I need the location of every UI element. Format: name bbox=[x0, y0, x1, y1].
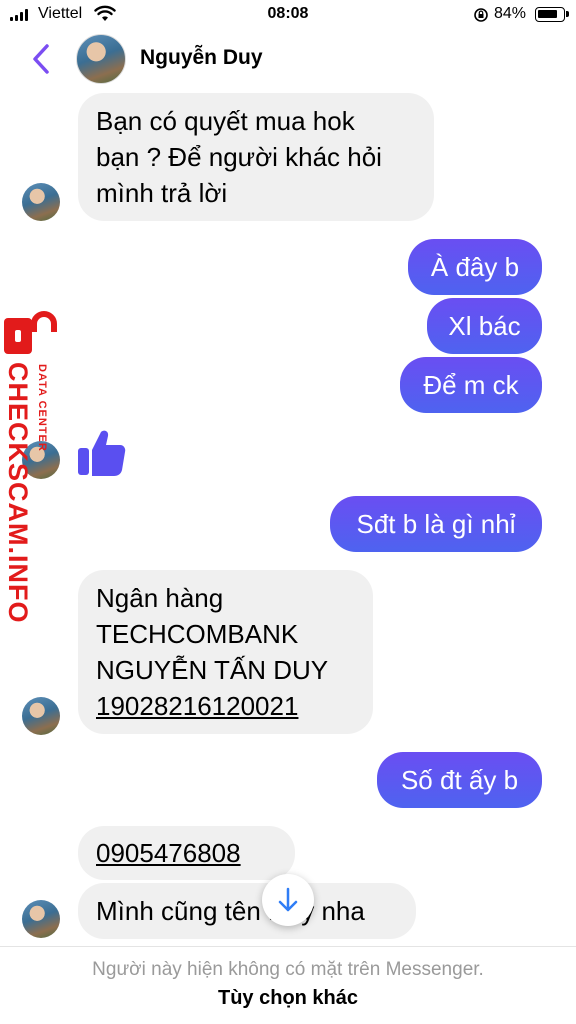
message-line: mình trả lời bbox=[96, 178, 228, 208]
message-text: À đây b bbox=[430, 252, 520, 282]
battery-tip bbox=[566, 11, 569, 17]
message-text: Mình cũng tên Duy nha bbox=[96, 896, 365, 926]
outgoing-message[interactable]: À đây b bbox=[408, 239, 542, 295]
arrow-down-icon bbox=[278, 887, 298, 912]
outgoing-message[interactable]: Xl bác bbox=[427, 298, 542, 354]
contact-avatar[interactable] bbox=[22, 183, 60, 221]
outgoing-message[interactable]: Số đt ấy b bbox=[377, 752, 542, 808]
battery-percent: 84% bbox=[494, 5, 527, 22]
more-options-link[interactable]: Tùy chọn khác bbox=[0, 987, 576, 1010]
contact-avatar[interactable] bbox=[22, 900, 60, 938]
incoming-message[interactable]: Mình cũng tên Duy nha bbox=[78, 883, 416, 939]
back-chevron-icon[interactable] bbox=[28, 42, 56, 76]
message-text: Số đt ấy b bbox=[400, 765, 519, 795]
footer: Người này hiện không có mặt trên Messeng… bbox=[0, 946, 576, 1024]
outgoing-message[interactable]: Sđt b là gì nhỉ bbox=[330, 496, 542, 552]
contact-avatar[interactable] bbox=[76, 34, 126, 84]
status-bar: Viettel 08:08 84% bbox=[0, 0, 576, 30]
contact-name[interactable]: Nguyễn Duy bbox=[140, 46, 263, 70]
battery-level-fill bbox=[538, 10, 557, 18]
offline-notice: Người này hiện không có mặt trên Messeng… bbox=[92, 959, 484, 980]
message-line: Bạn có quyết mua hok bbox=[96, 106, 355, 136]
message-line: Ngân hàng bbox=[96, 583, 224, 613]
incoming-message[interactable]: Bạn có quyết mua hok bạn ? Để người khác… bbox=[78, 93, 434, 221]
message-line: bạn ? Để người khác hỏi bbox=[96, 142, 382, 172]
message-text: Để m ck bbox=[423, 370, 519, 400]
message-line: NGUYỄN TẤN DUY bbox=[96, 655, 329, 685]
conversation-header: Nguyễn Duy bbox=[0, 30, 576, 90]
clock: 08:08 bbox=[267, 5, 309, 22]
phone-number-link[interactable]: 0905476808 bbox=[96, 838, 241, 868]
incoming-message[interactable]: 0905476808 bbox=[78, 826, 295, 880]
outgoing-message[interactable]: Để m ck bbox=[400, 357, 542, 413]
incoming-message[interactable]: Ngân hàng TECHCOMBANK NGUYỄN TẤN DUY 190… bbox=[78, 570, 373, 734]
account-number-link[interactable]: 19028216120021 bbox=[96, 688, 355, 724]
watermark-subtext: DATA CENTER bbox=[36, 364, 48, 452]
message-line: TECHCOMBANK bbox=[96, 619, 299, 649]
battery-icon bbox=[535, 7, 565, 22]
message-text: Sđt b là gì nhỉ bbox=[356, 509, 516, 539]
thumbs-up-icon[interactable] bbox=[76, 426, 128, 478]
lock-icon bbox=[4, 311, 57, 354]
message-text: Xl bác bbox=[448, 311, 521, 341]
contact-avatar[interactable] bbox=[22, 697, 60, 735]
scroll-to-bottom-button[interactable] bbox=[262, 874, 314, 926]
orientation-lock-icon bbox=[474, 8, 488, 22]
watermark-text: CHECKSCAM.INFO bbox=[3, 362, 33, 624]
